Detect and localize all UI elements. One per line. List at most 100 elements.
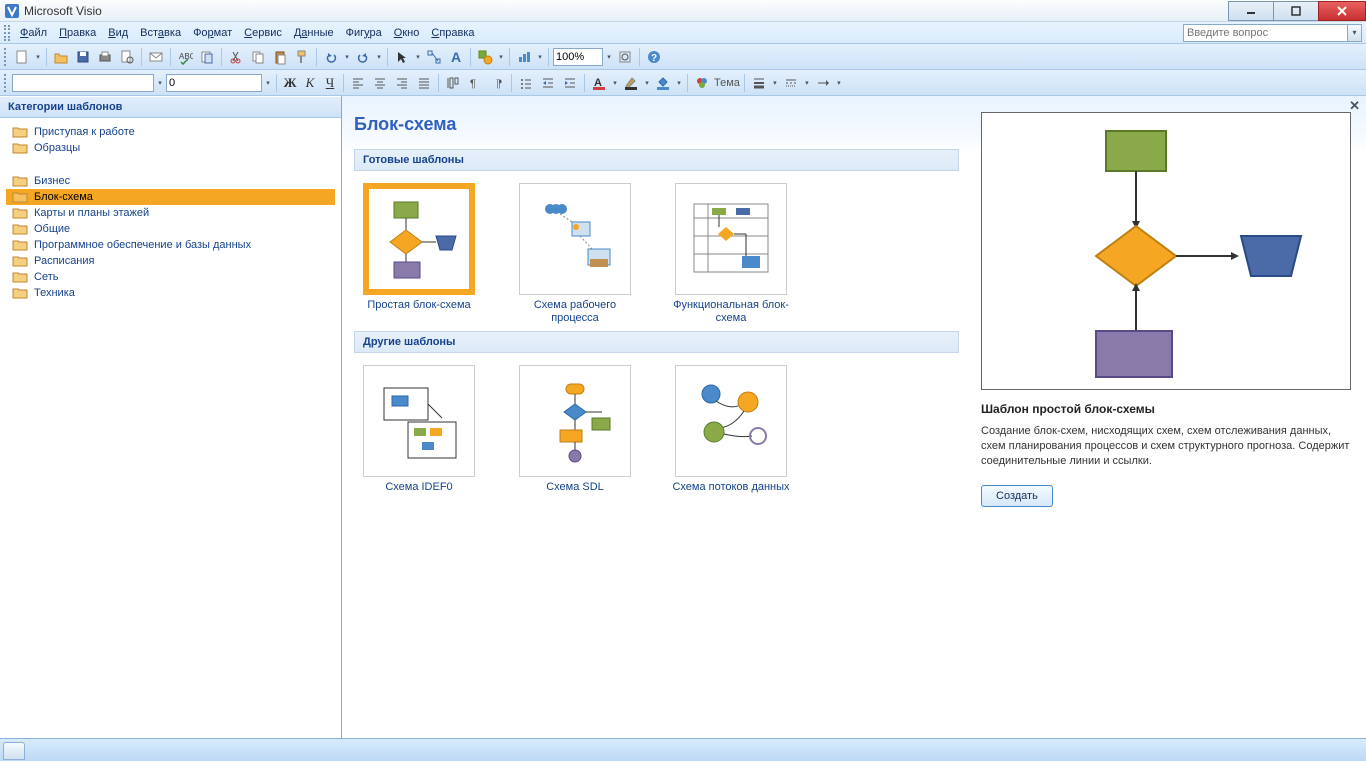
line-weight-icon[interactable] bbox=[749, 73, 769, 93]
decrease-indent-icon[interactable] bbox=[538, 73, 558, 93]
menu-file[interactable]: Файл bbox=[14, 25, 53, 41]
arrow-ends-dropdown[interactable]: ▾ bbox=[835, 79, 843, 87]
template-card[interactable]: Схема потоков данных bbox=[666, 365, 796, 494]
category-item[interactable]: Приступая к работе bbox=[6, 124, 335, 140]
preview-image bbox=[981, 112, 1351, 390]
align-top-icon[interactable] bbox=[443, 73, 463, 93]
size-dropdown[interactable]: ▾ bbox=[264, 79, 272, 87]
print-preview-icon[interactable] bbox=[117, 47, 137, 67]
template-card[interactable]: Схема рабочего процесса bbox=[510, 183, 640, 325]
copy-icon[interactable] bbox=[248, 47, 268, 67]
zoom-dropdown[interactable]: ▾ bbox=[605, 53, 613, 61]
template-card[interactable]: Функциональная блок-схема bbox=[666, 183, 796, 325]
research-icon[interactable] bbox=[197, 47, 217, 67]
save-icon[interactable] bbox=[73, 47, 93, 67]
menu-edit[interactable]: Правка bbox=[53, 25, 102, 41]
chart-icon[interactable] bbox=[514, 47, 534, 67]
menu-shape[interactable]: Фигура bbox=[340, 25, 388, 41]
menu-format[interactable]: Формат bbox=[187, 25, 238, 41]
bullets-icon[interactable] bbox=[516, 73, 536, 93]
pointer-icon[interactable] bbox=[392, 47, 412, 67]
menu-help[interactable]: Справка bbox=[425, 25, 480, 41]
new-doc-icon[interactable] bbox=[12, 47, 32, 67]
category-item[interactable]: Сеть bbox=[6, 269, 335, 285]
font-size-input[interactable] bbox=[166, 74, 262, 92]
pointer-dropdown[interactable]: ▾ bbox=[414, 53, 422, 61]
menu-view[interactable]: Вид bbox=[102, 25, 134, 41]
zoom-fit-icon[interactable] bbox=[615, 47, 635, 67]
open-icon[interactable] bbox=[51, 47, 71, 67]
help-search-input[interactable] bbox=[1183, 24, 1348, 42]
paste-icon[interactable] bbox=[270, 47, 290, 67]
print-icon[interactable] bbox=[95, 47, 115, 67]
align-left-icon[interactable] bbox=[348, 73, 368, 93]
fill-color-icon[interactable] bbox=[653, 73, 673, 93]
justify-icon[interactable] bbox=[414, 73, 434, 93]
redo-icon[interactable] bbox=[353, 47, 373, 67]
category-item[interactable]: Бизнес bbox=[6, 173, 335, 189]
font-family-input[interactable] bbox=[12, 74, 154, 92]
template-card[interactable]: Схема IDEF0 bbox=[354, 365, 484, 494]
line-weight-dropdown[interactable]: ▾ bbox=[771, 79, 779, 87]
template-card[interactable]: Простая блок-схема bbox=[354, 183, 484, 325]
line-pattern-dropdown[interactable]: ▾ bbox=[803, 79, 811, 87]
minimize-button[interactable] bbox=[1228, 1, 1274, 21]
preview-close-icon[interactable]: ✕ bbox=[1349, 98, 1360, 114]
shapes-dropdown[interactable]: ▾ bbox=[497, 53, 505, 61]
align-center-icon[interactable] bbox=[370, 73, 390, 93]
category-item[interactable]: Общие bbox=[6, 221, 335, 237]
category-item[interactable]: Образцы bbox=[6, 140, 335, 156]
align-right-icon[interactable] bbox=[392, 73, 412, 93]
redo-dropdown[interactable]: ▾ bbox=[375, 53, 383, 61]
close-button[interactable] bbox=[1318, 1, 1366, 21]
font-color-icon[interactable]: A bbox=[589, 73, 609, 93]
maximize-button[interactable] bbox=[1273, 1, 1319, 21]
category-label: Техника bbox=[34, 287, 75, 299]
line-color-dropdown[interactable]: ▾ bbox=[643, 79, 651, 87]
undo-icon[interactable] bbox=[321, 47, 341, 67]
increase-indent-icon[interactable] bbox=[560, 73, 580, 93]
theme-icon[interactable] bbox=[692, 73, 712, 93]
menubar-grip[interactable] bbox=[4, 25, 10, 41]
undo-dropdown[interactable]: ▾ bbox=[343, 53, 351, 61]
menu-tools[interactable]: Сервис bbox=[238, 25, 288, 41]
create-button[interactable]: Создать bbox=[981, 485, 1053, 507]
chart-dropdown[interactable]: ▾ bbox=[536, 53, 544, 61]
align-bottom-icon[interactable]: ¶ bbox=[487, 73, 507, 93]
category-item[interactable]: Блок-схема bbox=[6, 189, 335, 205]
shapes-icon[interactable] bbox=[475, 47, 495, 67]
line-color-icon[interactable] bbox=[621, 73, 641, 93]
category-item[interactable]: Программное обеспечение и базы данных bbox=[6, 237, 335, 253]
category-item[interactable]: Карты и планы этажей bbox=[6, 205, 335, 221]
toolbar-grip-2[interactable] bbox=[4, 74, 8, 92]
category-item[interactable]: Техника bbox=[6, 285, 335, 301]
zoom-input[interactable] bbox=[553, 48, 603, 66]
line-pattern-icon[interactable] bbox=[781, 73, 801, 93]
fill-color-dropdown[interactable]: ▾ bbox=[675, 79, 683, 87]
cut-icon[interactable] bbox=[226, 47, 246, 67]
menu-insert[interactable]: Вставка bbox=[134, 25, 187, 41]
new-dropdown[interactable]: ▾ bbox=[34, 53, 42, 61]
statusbar-tab[interactable] bbox=[3, 742, 25, 760]
format-painter-icon[interactable] bbox=[292, 47, 312, 67]
align-middle-icon[interactable]: ¶ bbox=[465, 73, 485, 93]
template-label: Схема SDL bbox=[510, 481, 640, 494]
menu-window[interactable]: Окно bbox=[388, 25, 426, 41]
arrow-ends-icon[interactable] bbox=[813, 73, 833, 93]
connector-icon[interactable] bbox=[424, 47, 444, 67]
bold-button[interactable]: Ж bbox=[281, 74, 299, 92]
underline-button[interactable]: Ч bbox=[321, 74, 339, 92]
help-icon[interactable]: ? bbox=[644, 47, 664, 67]
mail-icon[interactable] bbox=[146, 47, 166, 67]
font-color-dropdown[interactable]: ▾ bbox=[611, 79, 619, 87]
template-card[interactable]: Схема SDL bbox=[510, 365, 640, 494]
menu-data[interactable]: Данные bbox=[288, 25, 340, 41]
category-item[interactable]: Расписания bbox=[6, 253, 335, 269]
help-search-dropdown[interactable]: ▾ bbox=[1348, 24, 1362, 42]
window-controls bbox=[1229, 1, 1366, 21]
toolbar-grip-1[interactable] bbox=[4, 48, 8, 66]
spellcheck-icon[interactable]: ABC bbox=[175, 47, 195, 67]
italic-button[interactable]: К bbox=[301, 74, 319, 92]
font-dropdown[interactable]: ▾ bbox=[156, 79, 164, 87]
text-tool-icon[interactable]: A bbox=[446, 47, 466, 67]
